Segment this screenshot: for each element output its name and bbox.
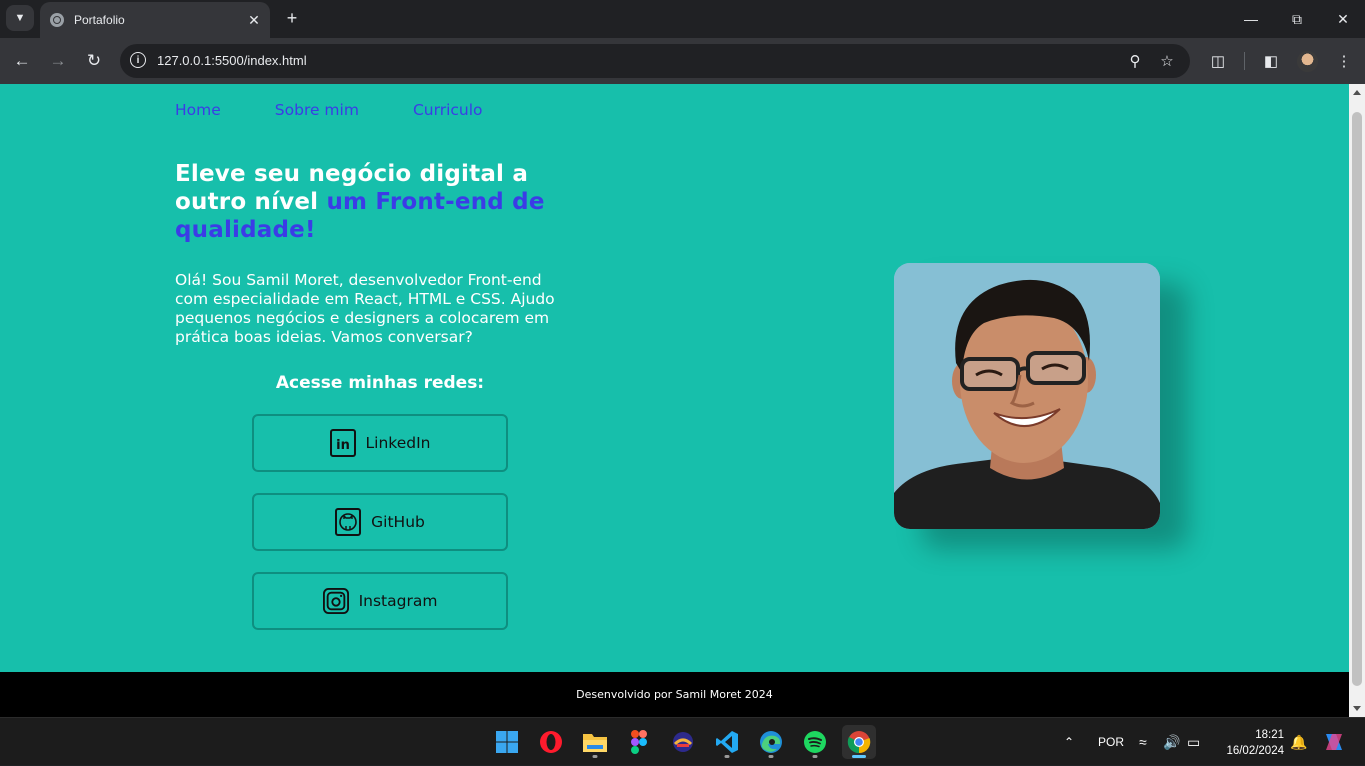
nav-link-curriculo[interactable]: Curriculo bbox=[413, 101, 483, 119]
running-indicator bbox=[768, 755, 774, 758]
running-indicator bbox=[812, 755, 818, 758]
figma-icon[interactable] bbox=[622, 725, 656, 759]
reload-icon[interactable]: ↻ bbox=[82, 49, 106, 73]
clock-time: 18:21 bbox=[1255, 729, 1284, 741]
windows-start-icon[interactable] bbox=[490, 725, 524, 759]
instagram-icon bbox=[322, 587, 349, 615]
site-nav: Home Sobre mim Curriculo bbox=[175, 101, 483, 119]
minimize-icon[interactable]: — bbox=[1228, 6, 1274, 32]
app-icon[interactable] bbox=[666, 725, 700, 759]
toolbar-divider bbox=[1244, 52, 1245, 70]
instagram-label: Instagram bbox=[358, 592, 438, 610]
profile-avatar[interactable] bbox=[1297, 51, 1318, 72]
close-tab-icon[interactable]: ✕ bbox=[244, 10, 264, 30]
vscode-icon[interactable] bbox=[710, 725, 744, 759]
running-indicator bbox=[852, 755, 866, 758]
side-panel-icon[interactable]: ◧ bbox=[1259, 49, 1283, 73]
svg-text:in: in bbox=[336, 438, 350, 453]
close-window-icon[interactable]: ✕ bbox=[1320, 6, 1365, 32]
browser-tab[interactable]: Portafolio ✕ bbox=[40, 2, 270, 38]
new-tab-icon[interactable]: + bbox=[282, 8, 302, 28]
extensions-icon[interactable]: ◫ bbox=[1206, 49, 1230, 73]
spotify-icon[interactable] bbox=[798, 725, 832, 759]
site-footer: Desenvolvido por Samil Moret 2024 bbox=[0, 672, 1349, 717]
running-indicator bbox=[724, 755, 730, 758]
page-scrollbar[interactable] bbox=[1349, 84, 1365, 717]
file-explorer-icon[interactable] bbox=[578, 725, 612, 759]
tab-title: Portafolio bbox=[74, 13, 125, 27]
opera-icon[interactable] bbox=[534, 725, 568, 759]
notification-bell-icon[interactable]: 🔔 bbox=[1290, 718, 1307, 766]
nav-link-home[interactable]: Home bbox=[175, 101, 221, 119]
volume-icon[interactable]: 🔊 bbox=[1163, 718, 1180, 766]
menu-kebab-icon[interactable]: ⋮ bbox=[1332, 49, 1356, 73]
instagram-button[interactable]: Instagram bbox=[252, 572, 508, 630]
site-info-icon[interactable]: i bbox=[130, 52, 146, 68]
url-text[interactable]: 127.0.0.1:5500/index.html bbox=[157, 53, 307, 68]
wifi-icon[interactable]: ≈ bbox=[1139, 718, 1147, 766]
hero-description: Olá! Sou Samil Moret, desenvolvedor Fron… bbox=[175, 271, 555, 346]
restore-icon[interactable]: ⧉ bbox=[1274, 6, 1320, 32]
scrollbar-thumb[interactable] bbox=[1352, 112, 1362, 686]
zoom-icon[interactable]: ⚲ bbox=[1125, 51, 1145, 71]
social-title: Acesse minhas redes: bbox=[275, 373, 485, 393]
forward-icon[interactable]: → bbox=[46, 49, 70, 73]
address-bar[interactable]: i 127.0.0.1:5500/index.html ⚲ ☆ bbox=[120, 44, 1190, 78]
github-button[interactable]: GitHub bbox=[252, 493, 508, 551]
hero-title: Eleve seu negócio digital a outro nível … bbox=[175, 160, 575, 244]
linkedin-icon: in bbox=[329, 429, 356, 457]
nav-link-sobre-mim[interactable]: Sobre mim bbox=[275, 101, 359, 119]
windows-taskbar: ⌃ POR ≈ 🔊 ▭ 18:21 16/02/2024 🔔 bbox=[0, 717, 1365, 765]
globe-icon bbox=[50, 13, 64, 27]
scroll-down-icon[interactable] bbox=[1353, 706, 1361, 711]
battery-icon[interactable]: ▭ bbox=[1187, 718, 1200, 766]
tab-search-button[interactable]: ▼ bbox=[6, 5, 34, 31]
linkedin-label: LinkedIn bbox=[365, 434, 431, 452]
github-icon bbox=[335, 508, 362, 536]
clock-date: 16/02/2024 bbox=[1226, 745, 1284, 757]
taskbar-clock[interactable]: 18:21 16/02/2024 bbox=[1214, 727, 1284, 759]
edge-icon[interactable] bbox=[754, 725, 788, 759]
show-hidden-icons[interactable]: ⌃ bbox=[1064, 718, 1074, 766]
scroll-up-icon[interactable] bbox=[1353, 90, 1361, 95]
bookmark-star-icon[interactable]: ☆ bbox=[1157, 51, 1177, 71]
browser-tab-strip: ▼ Portafolio ✕ + — ⧉ ✕ bbox=[0, 0, 1365, 38]
language-indicator[interactable]: POR bbox=[1098, 718, 1124, 766]
chrome-icon[interactable] bbox=[842, 725, 876, 759]
page-viewport: Home Sobre mim Curriculo Eleve seu negóc… bbox=[0, 84, 1349, 717]
copilot-icon[interactable] bbox=[1322, 718, 1346, 766]
footer-text: Desenvolvido por Samil Moret 2024 bbox=[576, 688, 773, 701]
github-label: GitHub bbox=[371, 513, 425, 531]
browser-toolbar: ← → ↻ i 127.0.0.1:5500/index.html ⚲ ☆ ◫ … bbox=[0, 38, 1365, 84]
back-icon[interactable]: ← bbox=[10, 49, 34, 73]
profile-photo bbox=[894, 263, 1160, 529]
linkedin-button[interactable]: in LinkedIn bbox=[252, 414, 508, 472]
running-indicator bbox=[592, 755, 598, 758]
